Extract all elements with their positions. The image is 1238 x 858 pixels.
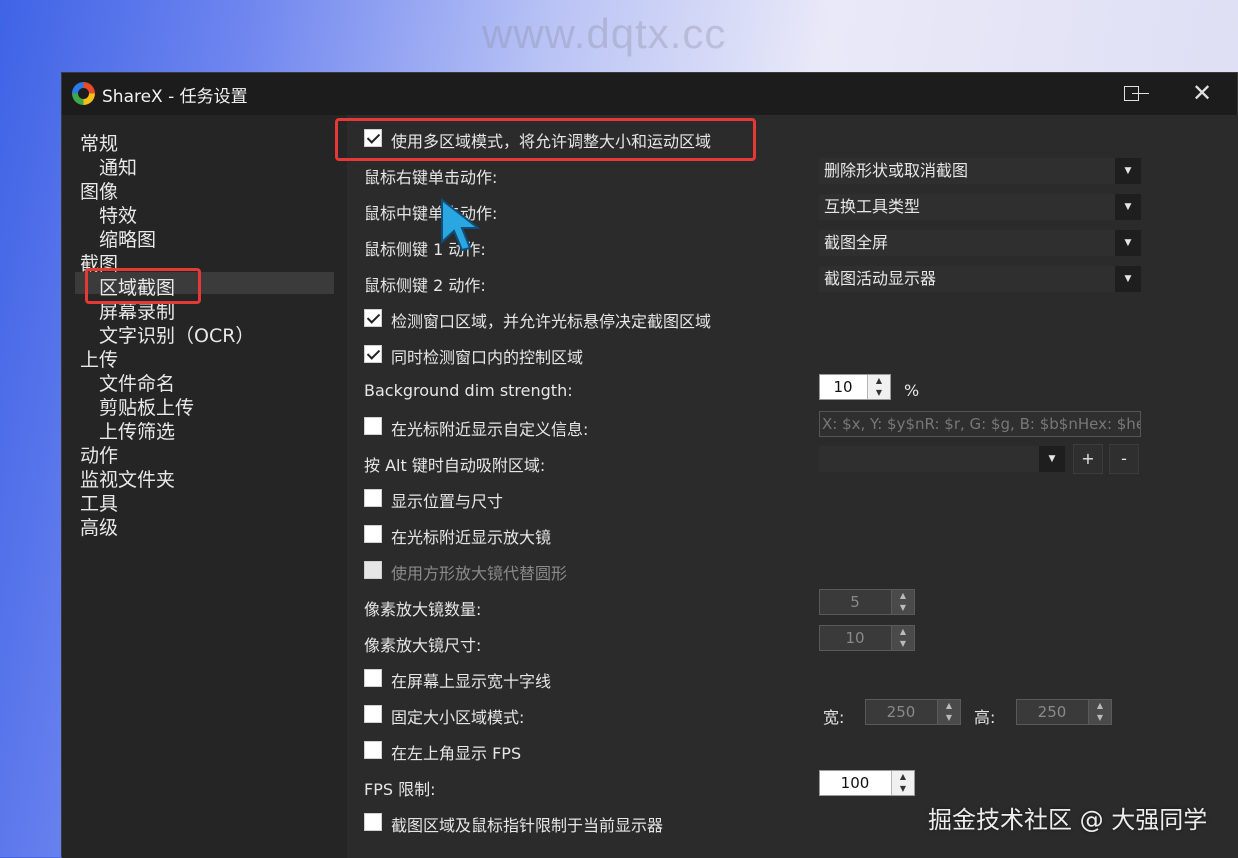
- chevron-down-icon[interactable]: ▼: [1115, 194, 1141, 220]
- percent-unit: %: [904, 381, 920, 400]
- multi-region-label: 使用多区域模式，将允许调整大小和运动区域: [391, 132, 712, 151]
- magnifier-pixel-count-stepper[interactable]: 5 ▲ ▼: [819, 589, 915, 615]
- alt-snap-label: 按 Alt 键时自动吸附区域:: [364, 456, 546, 475]
- fixed-size-label: 固定大小区域模式:: [391, 708, 525, 727]
- sidebar-item-image[interactable]: 图像: [80, 177, 118, 204]
- arrow-down-icon[interactable]: ▼: [868, 387, 890, 399]
- magnifier-pixel-size-stepper[interactable]: 10 ▲ ▼: [819, 625, 915, 651]
- middle-click-value: 互换工具类型: [824, 197, 921, 216]
- sidebar-item-file-naming[interactable]: 文件命名: [99, 369, 175, 396]
- right-click-value: 删除形状或取消截图: [824, 161, 969, 180]
- sidebar-item-general[interactable]: 常规: [80, 129, 118, 156]
- sidebar-item-thumbnail[interactable]: 缩略图: [99, 225, 156, 252]
- sidebar-item-watch-folders[interactable]: 监视文件夹: [80, 465, 175, 492]
- chevron-down-icon[interactable]: ▼: [1039, 446, 1065, 472]
- sidebar-item-ocr[interactable]: 文字识别（OCR）: [99, 321, 254, 348]
- crosshair-checkbox[interactable]: [364, 669, 382, 687]
- remove-snap-size-button[interactable]: -: [1109, 444, 1139, 474]
- magnifier-pixel-count-label: 像素放大镜数量:: [364, 600, 482, 619]
- show-fps-checkbox[interactable]: [364, 741, 382, 759]
- fixed-height-label: 高:: [974, 708, 996, 727]
- arrow-up-icon[interactable]: ▲: [1089, 700, 1111, 712]
- background-dim-value: 10: [833, 378, 853, 396]
- multi-region-checkbox[interactable]: [364, 129, 382, 147]
- arrow-up-icon[interactable]: ▲: [868, 375, 890, 387]
- close-icon[interactable]: ✕: [1192, 79, 1212, 107]
- fixed-width-label: 宽:: [823, 708, 845, 727]
- window-title: ShareX - 任务设置: [102, 87, 248, 107]
- arrow-up-icon[interactable]: ▲: [892, 626, 914, 638]
- sidebar-item-actions[interactable]: 动作: [80, 441, 118, 468]
- magnifier-pixel-size-label: 像素放大镜尺寸:: [364, 636, 482, 655]
- magnifier-pixel-count-value: 5: [850, 593, 860, 611]
- limit-to-monitor-checkbox[interactable]: [364, 813, 382, 831]
- x2-click-action-select[interactable]: 截图活动显示器 ▼: [819, 266, 1141, 292]
- x1-click-value: 截图全屏: [824, 233, 889, 252]
- title-bar: ShareX - 任务设置 ✕: [62, 73, 1237, 115]
- arrow-down-icon[interactable]: ▼: [892, 602, 914, 614]
- custom-info-checkbox[interactable]: [364, 417, 382, 435]
- chevron-down-icon[interactable]: ▼: [1115, 266, 1141, 292]
- arrow-up-icon[interactable]: ▲: [892, 771, 914, 783]
- watermark-bottom: 掘金技术社区 @ 大强同学: [928, 806, 1208, 834]
- arrow-up-icon[interactable]: ▲: [892, 590, 914, 602]
- detect-windows-checkbox[interactable]: [364, 309, 382, 327]
- fps-limit-value: 100: [840, 774, 870, 792]
- show-info-label: 显示位置与尺寸: [391, 492, 504, 511]
- sidebar-item-upload[interactable]: 上传: [80, 345, 118, 372]
- sidebar-item-clipboard-upload[interactable]: 剪贴板上传: [99, 393, 194, 420]
- maximize-icon[interactable]: [1124, 86, 1139, 101]
- square-magnifier-label: 使用方形放大镜代替圆形: [391, 564, 568, 583]
- background-dim-stepper[interactable]: 10 ▲ ▼: [819, 374, 891, 400]
- sidebar-item-upload-filters[interactable]: 上传筛选: [99, 417, 175, 444]
- sidebar-item-effects[interactable]: 特效: [99, 201, 137, 228]
- mouse-cursor-icon: [441, 198, 481, 252]
- right-click-label: 鼠标右键单击动作:: [364, 168, 498, 187]
- fixed-size-checkbox[interactable]: [364, 705, 382, 723]
- magnifier-pixel-size-value: 10: [845, 629, 865, 647]
- alt-snap-select[interactable]: ▼: [819, 446, 1065, 472]
- arrow-down-icon[interactable]: ▼: [938, 712, 960, 724]
- highlight-box-region-capture: [85, 268, 201, 304]
- settings-window: ShareX - 任务设置 ✕ 常规 通知 图像 特效 缩略图 截图 区域截图 …: [61, 72, 1238, 858]
- arrow-down-icon[interactable]: ▼: [892, 783, 914, 795]
- show-fps-label: 在左上角显示 FPS: [391, 744, 522, 763]
- x2-click-value: 截图活动显示器: [824, 269, 937, 288]
- sidebar-item-advanced[interactable]: 高级: [80, 513, 118, 540]
- sidebar-tree: 常规 通知 图像 特效 缩略图 截图 区域截图 屏幕录制 文字识别（OCR） 上…: [62, 115, 347, 858]
- right-click-action-select[interactable]: 删除形状或取消截图 ▼: [819, 158, 1141, 184]
- sidebar-item-tools[interactable]: 工具: [80, 489, 118, 516]
- fixed-height-value: 250: [1037, 703, 1067, 721]
- arrow-up-icon[interactable]: ▲: [938, 700, 960, 712]
- square-magnifier-checkbox[interactable]: [364, 561, 382, 579]
- show-info-checkbox[interactable]: [364, 489, 382, 507]
- watermark-top: www.dqtx.cc: [482, 10, 727, 57]
- crosshair-label: 在屏幕上显示宽十字线: [391, 672, 552, 691]
- fixed-height-stepper[interactable]: 250 ▲ ▼: [1016, 699, 1112, 725]
- detect-controls-label: 同时检测窗口内的控制区域: [391, 348, 584, 367]
- fixed-width-value: 250: [886, 703, 916, 721]
- x1-click-action-select[interactable]: 截图全屏 ▼: [819, 230, 1141, 256]
- arrow-down-icon[interactable]: ▼: [1089, 712, 1111, 724]
- limit-to-monitor-label: 截图区域及鼠标指针限制于当前显示器: [391, 816, 664, 835]
- fps-limit-label: FPS 限制:: [364, 780, 436, 799]
- chevron-down-icon[interactable]: ▼: [1115, 230, 1141, 256]
- detect-windows-label: 检测窗口区域，并允许光标悬停决定截图区域: [391, 312, 712, 331]
- detect-controls-checkbox[interactable]: [364, 345, 382, 363]
- sharex-logo-icon: [72, 82, 95, 105]
- fixed-width-stepper[interactable]: 250 ▲ ▼: [865, 699, 961, 725]
- show-magnifier-label: 在光标附近显示放大镜: [391, 528, 552, 547]
- arrow-down-icon[interactable]: ▼: [892, 638, 914, 650]
- chevron-down-icon[interactable]: ▼: [1115, 158, 1141, 184]
- add-snap-size-button[interactable]: +: [1073, 444, 1103, 474]
- custom-info-input[interactable]: X: $x, Y: $y$nR: $r, G: $g, B: $b$nHex: …: [819, 411, 1141, 437]
- background-dim-label: Background dim strength:: [364, 381, 573, 400]
- middle-click-action-select[interactable]: 互换工具类型 ▼: [819, 194, 1141, 220]
- show-magnifier-checkbox[interactable]: [364, 525, 382, 543]
- x2-click-label: 鼠标侧键 2 动作:: [364, 276, 486, 295]
- custom-info-label: 在光标附近显示自定义信息:: [391, 420, 589, 439]
- fps-limit-stepper[interactable]: 100 ▲ ▼: [819, 770, 915, 796]
- sidebar-item-notifications[interactable]: 通知: [99, 153, 137, 180]
